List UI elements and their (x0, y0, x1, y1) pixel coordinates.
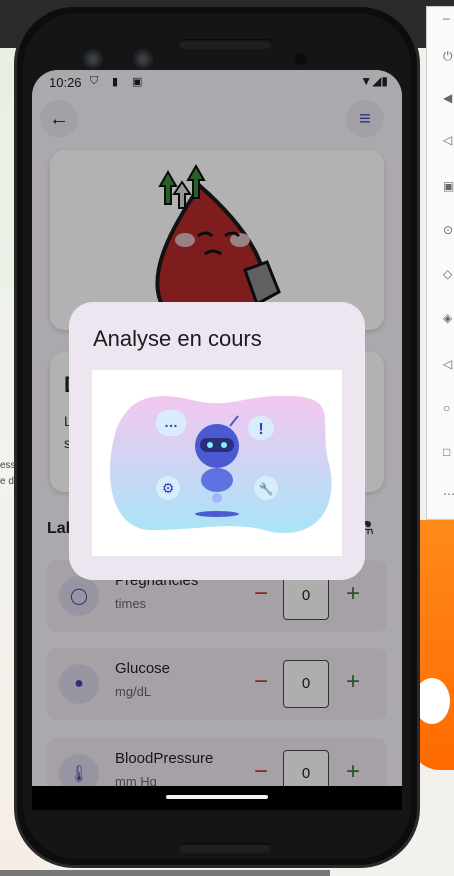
speaker-grille (178, 843, 272, 853)
camera-icon[interactable]: ▣ (443, 179, 454, 193)
minimize-icon[interactable]: – (443, 11, 454, 25)
dialog-title: Analyse en cours (93, 326, 262, 351)
back-icon[interactable]: ◁ (443, 357, 454, 371)
more-icon[interactable]: ⋯ (443, 487, 454, 501)
home-icon[interactable]: ○ (443, 401, 454, 415)
svg-text:⚙: ⚙ (162, 480, 175, 496)
rotate-left-icon[interactable]: ◇ (443, 267, 454, 281)
analysis-dialog: Analyse en cours … ! ⚙ 🔧 (69, 302, 365, 580)
robot-analysis-illustration: … ! ⚙ 🔧 (92, 370, 342, 556)
overview-icon[interactable]: □ (443, 445, 454, 459)
sensor-icon (83, 49, 103, 69)
emulator-toolbar: – ⏻ ◀ ◁ ▣ ⊙ ◇ ◈ ◁ ○ □ ⋯ (426, 6, 454, 520)
home-gesture-handle[interactable] (166, 795, 268, 799)
power-icon[interactable]: ⏻ (443, 49, 454, 63)
svg-text:!: ! (258, 421, 263, 438)
svg-text:…: … (164, 414, 178, 430)
rotate-right-icon[interactable]: ◈ (443, 311, 454, 325)
volume-up-icon[interactable]: ◀ (443, 91, 454, 105)
camera-lens-icon (133, 49, 153, 69)
desktop-scrollbar[interactable] (0, 870, 330, 876)
system-nav-bar (32, 786, 402, 810)
svg-text:🔧: 🔧 (259, 481, 274, 496)
volume-down-icon[interactable]: ◁ (443, 133, 454, 147)
phone-screen: 10:26 ⛉ ▮ ▣ ▼◢▮ ← ≡ D L a s Lab ⚗ ◯ Preg… (32, 70, 402, 810)
zoom-icon[interactable]: ⊙ (443, 223, 454, 237)
robot-icon: … ! ⚙ 🔧 (110, 395, 332, 534)
front-camera-icon (295, 53, 307, 65)
speaker-grille (178, 39, 272, 49)
